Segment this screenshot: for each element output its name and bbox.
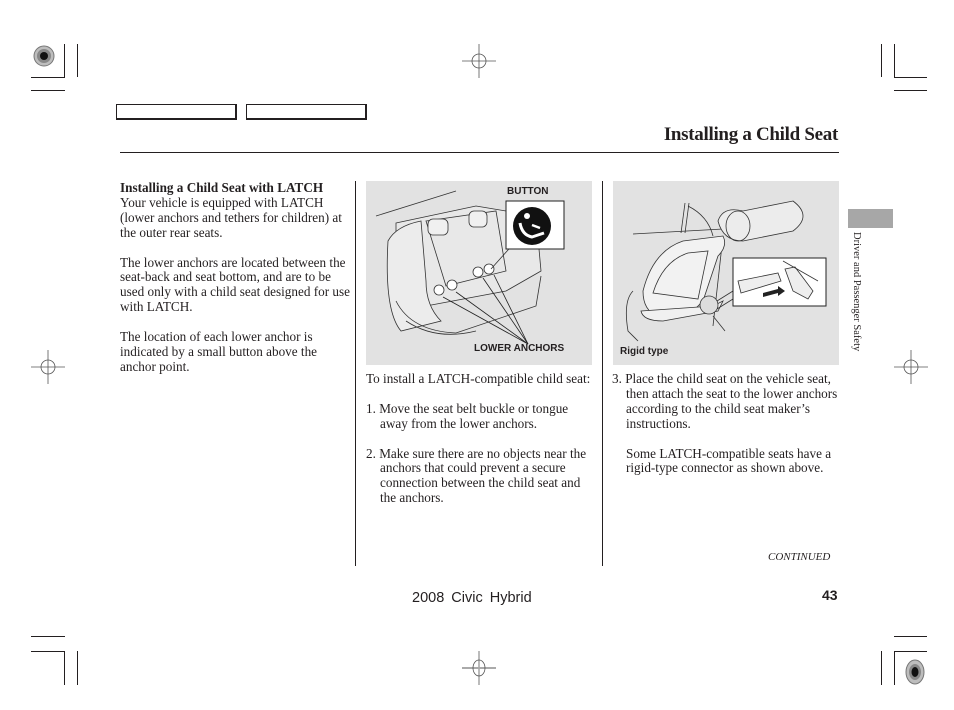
section-tab-marker[interactable] (848, 209, 893, 228)
instruction-step: 1. Move the seat belt buckle or tongue a… (366, 400, 569, 431)
crop-mark (77, 651, 78, 685)
crop-mark (31, 636, 65, 637)
crop-mark (31, 651, 65, 652)
left-column: Installing a Child Seat with LATCH Your … (120, 180, 352, 390)
crop-mark (894, 90, 927, 91)
nav-tab-next[interactable] (246, 104, 367, 120)
intro-text: To install a LATCH-compatible child seat… (366, 371, 591, 386)
note-text: Some LATCH-compatible seats have a rigid… (626, 445, 832, 476)
instruction-step: 2. Make sure there are no objects near t… (366, 445, 587, 506)
paragraph: Your vehicle is equipped with LATCH (low… (120, 194, 342, 240)
crop-mark (894, 651, 895, 685)
crop-mark (881, 44, 882, 77)
figure-lower-anchors: BUTTON LOWER ANCHORS (366, 181, 592, 365)
crop-mark (64, 44, 65, 77)
crop-mark (64, 651, 65, 685)
crop-mark (77, 44, 78, 77)
crop-mark (894, 44, 895, 77)
registration-target-icon (905, 659, 925, 685)
rear-seat-illustration (375, 190, 565, 345)
registration-crosshair-icon (462, 651, 496, 685)
crop-mark (894, 636, 927, 637)
continued-label: CONTINUED (768, 551, 831, 563)
column-divider (602, 181, 603, 566)
section-heading: Installing a Child Seat with LATCH (120, 180, 324, 195)
registration-crosshair-icon (31, 350, 65, 384)
figure-rigid-type: Rigid type (613, 181, 839, 365)
crop-mark (31, 77, 65, 78)
registration-crosshair-icon (462, 44, 496, 78)
paragraph: The lower anchors are located between th… (120, 254, 350, 315)
column-divider (355, 181, 356, 566)
crop-mark (881, 651, 882, 685)
crop-mark (894, 77, 927, 78)
rigid-connector-illustration (625, 200, 827, 342)
instruction-step: 3. Place the child seat on the vehicle s… (612, 371, 838, 431)
callout-button-label: BUTTON (507, 186, 549, 197)
crop-mark (31, 90, 65, 91)
vehicle-model-label: 2008 Civic Hybrid (412, 590, 532, 606)
middle-column: To install a LATCH-compatible child seat… (366, 371, 598, 521)
figure-caption: Rigid type (620, 346, 669, 357)
page-number: 43 (822, 587, 838, 603)
crop-mark (894, 651, 927, 652)
nav-tab-previous[interactable] (116, 104, 237, 120)
paragraph: The location of each lower anchor is ind… (120, 329, 318, 374)
page-title: Installing a Child Seat (663, 124, 838, 145)
registration-crosshair-icon (894, 350, 928, 384)
title-divider (120, 152, 839, 153)
section-tab-label: Driver and Passenger Safety (851, 232, 862, 352)
registration-target-icon (33, 45, 55, 67)
right-column: 3. Place the child seat on the vehicle s… (612, 371, 844, 491)
callout-lower-anchors-label: LOWER ANCHORS (474, 343, 565, 354)
